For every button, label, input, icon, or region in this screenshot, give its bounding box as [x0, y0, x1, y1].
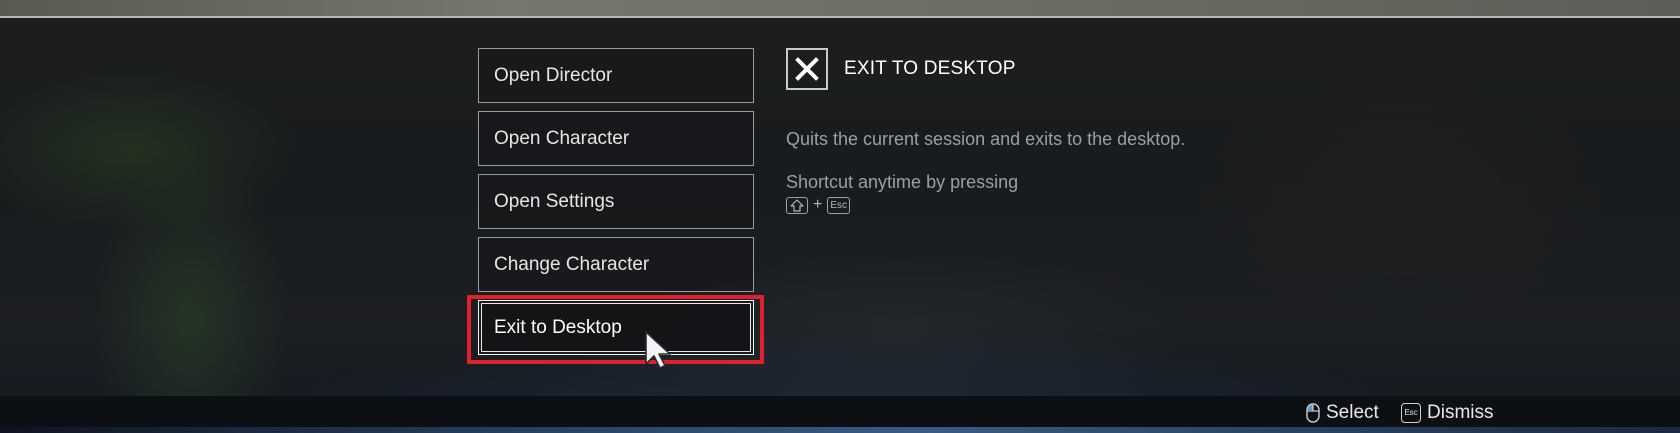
footer-glow [0, 427, 1680, 433]
top-bar [0, 0, 1680, 18]
detail-shortcut: Shortcut anytime by pressing + Esc [786, 171, 1206, 215]
detail-description: Quits the current session and exits to t… [786, 129, 1186, 149]
esc-key-icon: Esc [827, 196, 851, 214]
mouse-left-click-icon [1306, 403, 1320, 423]
shortcut-keys: + Esc [786, 195, 1206, 215]
game-background: Open Director Open Character Open Settin… [0, 0, 1680, 433]
shortcut-plus: + [813, 196, 823, 213]
shortcut-text: Shortcut anytime by pressing [786, 172, 1019, 192]
close-x-icon [786, 48, 828, 90]
menu-item-change-character[interactable]: Change Character [478, 237, 754, 292]
detail-panel: EXIT TO DESKTOP Quits the current sessio… [786, 48, 1206, 215]
hint-dismiss[interactable]: Esc Dismiss [1401, 402, 1494, 424]
detail-title: EXIT TO DESKTOP [844, 58, 1016, 79]
menu-item-open-director[interactable]: Open Director [478, 48, 754, 103]
menu-item-open-settings[interactable]: Open Settings [478, 174, 754, 229]
hint-select-label: Select [1326, 402, 1379, 423]
menu-item-exit-to-desktop[interactable]: Exit to Desktop [478, 300, 754, 355]
footer-hints-bar: Select Esc Dismiss [0, 396, 1680, 433]
menu-item-open-character[interactable]: Open Character [478, 111, 754, 166]
hint-select[interactable]: Select [1306, 402, 1379, 424]
esc-key-icon: Esc [1401, 403, 1421, 423]
detail-header: EXIT TO DESKTOP [786, 48, 1206, 92]
shift-key-icon [786, 196, 808, 214]
hint-dismiss-label: Dismiss [1427, 402, 1494, 423]
pause-menu-list: Open Director Open Character Open Settin… [478, 48, 754, 363]
